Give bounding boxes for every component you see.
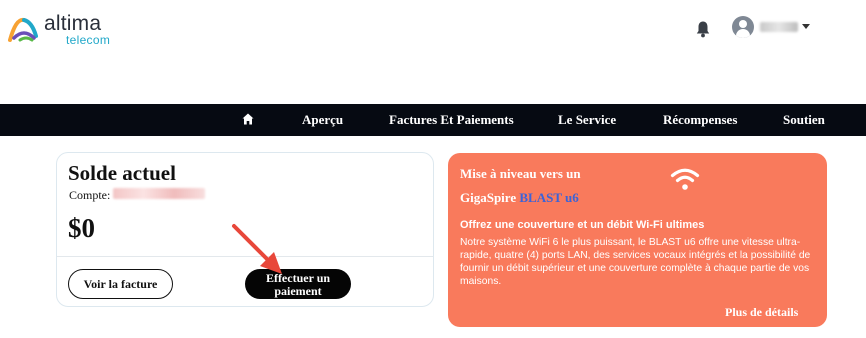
wifi-icon <box>670 168 700 190</box>
promo-body: Notre système WiFi 6 le plus puissant, l… <box>460 237 811 287</box>
promo-card: Mise à niveau vers un GigaSpire BLAST u6… <box>448 153 827 327</box>
nav-item-recompenses[interactable]: Récompenses <box>663 104 737 136</box>
brand-subtitle: telecom <box>66 33 111 47</box>
username-redacted <box>760 22 798 32</box>
nav-item-service[interactable]: Le Service <box>558 104 616 136</box>
balance-amount: $0 <box>68 213 95 243</box>
nav-item-apercu[interactable]: Aperçu <box>302 104 343 136</box>
caret-down-icon <box>802 24 810 29</box>
promo-line2-prefix: GigaSpire <box>460 190 520 205</box>
more-details-link[interactable]: Plus de détails <box>725 305 798 320</box>
nav-item-factures[interactable]: Factures Et Paiements <box>389 104 514 136</box>
nav-item-soutien[interactable]: Soutien <box>783 104 825 136</box>
account-number-redacted <box>113 188 205 199</box>
account-label: Compte: <box>69 188 111 202</box>
user-avatar-icon <box>732 16 754 38</box>
view-invoice-button[interactable]: Voir la facture <box>68 269 173 299</box>
bell-icon[interactable] <box>695 20 711 38</box>
promo-product-name: BLAST u6 <box>519 190 579 205</box>
logo-mark-icon <box>8 17 38 42</box>
home-icon[interactable] <box>242 113 254 125</box>
red-arrow-icon <box>232 224 282 274</box>
promo-headline: Offrez une couverture et un débit Wi-Fi … <box>460 219 705 231</box>
user-menu[interactable] <box>732 16 812 42</box>
pay-label-line2: paiement <box>274 284 322 298</box>
brand-logo[interactable]: altima telecom <box>6 12 116 47</box>
main-nav: Aperçu Factures Et Paiements Le Service … <box>0 104 866 136</box>
promo-line2: GigaSpire BLAST u6 <box>460 190 579 206</box>
promo-line1: Mise à niveau vers un <box>460 166 581 181</box>
balance-title: Solde actuel <box>68 161 176 185</box>
